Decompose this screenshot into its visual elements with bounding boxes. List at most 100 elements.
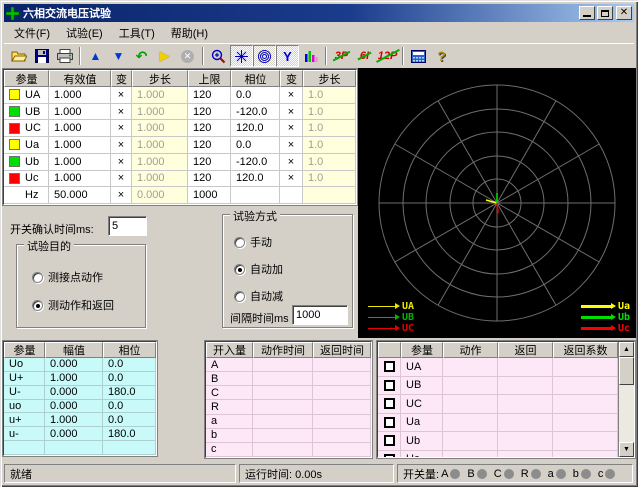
menu-file[interactable]: 文件(F) — [6, 23, 58, 43]
seq-name[interactable]: u+ — [4, 413, 45, 427]
res-return[interactable] — [498, 358, 553, 377]
param-name-cell[interactable]: UC — [4, 120, 49, 137]
step-cell[interactable]: 1.000 — [132, 104, 188, 121]
zoom-button[interactable] — [207, 45, 230, 67]
menu-help[interactable]: 帮助(H) — [163, 23, 216, 43]
step-cell[interactable]: 1.0 — [303, 137, 356, 154]
vary-cell[interactable]: × — [280, 120, 303, 137]
scrollbar-thumb[interactable] — [619, 357, 634, 385]
seq-phase[interactable]: 0.0 — [103, 413, 156, 427]
value-cell[interactable]: 1.000 — [49, 87, 111, 104]
limit-cell[interactable]: 120 — [188, 154, 231, 171]
din-name[interactable]: c — [206, 443, 253, 457]
step-cell[interactable] — [303, 187, 356, 204]
step-cell[interactable]: 1.0 — [303, 104, 356, 121]
calculator-button[interactable] — [407, 45, 430, 67]
din-name[interactable]: b — [206, 429, 253, 443]
radio-icon[interactable] — [234, 264, 245, 275]
checkbox-icon[interactable] — [384, 398, 395, 409]
res-action[interactable] — [443, 414, 498, 433]
phasor-view-button[interactable] — [230, 45, 253, 67]
din-action-time[interactable] — [253, 372, 313, 386]
radio-icon[interactable] — [234, 237, 245, 248]
param-name-cell[interactable]: Hz — [4, 187, 49, 204]
limit-cell[interactable]: 120 — [188, 137, 231, 154]
res-return-coef[interactable] — [553, 414, 618, 433]
seq-amplitude[interactable]: 0.000 — [45, 358, 103, 372]
raise-button[interactable]: ▲ — [84, 45, 107, 67]
din-return-time[interactable] — [313, 372, 371, 386]
param-name-cell[interactable]: UB — [4, 104, 49, 121]
res-name[interactable]: UC — [401, 395, 443, 414]
y-view-button[interactable]: Y — [276, 45, 299, 67]
step-cell[interactable]: 0.000 — [132, 187, 188, 204]
column-header[interactable]: 变 — [280, 70, 303, 87]
vary-cell[interactable]: × — [111, 171, 132, 188]
scroll-up-icon[interactable]: ▲ — [619, 342, 634, 357]
close-button[interactable]: ✕ — [616, 6, 632, 20]
res-return[interactable] — [498, 414, 553, 433]
scroll-down-icon[interactable]: ▼ — [619, 442, 634, 457]
din-action-time[interactable] — [253, 358, 313, 372]
seq-name[interactable]: uo — [4, 400, 45, 414]
column-header[interactable]: 参量 — [4, 70, 49, 87]
din-name[interactable]: R — [206, 400, 253, 414]
res-name[interactable]: UB — [401, 377, 443, 396]
seq-amplitude[interactable]: 0.000 — [45, 400, 103, 414]
checkbox-icon[interactable] — [384, 435, 395, 446]
step-cell[interactable]: 1.000 — [132, 137, 188, 154]
res-return-coef[interactable] — [553, 377, 618, 396]
res-return[interactable] — [498, 432, 553, 451]
phase-cell[interactable]: 120.0 — [231, 120, 280, 137]
phase-cell[interactable] — [231, 187, 280, 204]
radio-manual[interactable]: 手动 — [234, 234, 272, 250]
vary-cell[interactable]: × — [111, 137, 132, 154]
switch-confirm-time-input[interactable] — [108, 216, 147, 236]
scrollbar-track[interactable] — [619, 385, 634, 442]
seq-phase[interactable]: 0.0 — [103, 372, 156, 386]
din-name[interactable]: A — [206, 358, 253, 372]
res-return-coef[interactable] — [553, 395, 618, 414]
vary-cell[interactable]: × — [111, 120, 132, 137]
limit-cell[interactable]: 1000 — [188, 187, 231, 204]
seq-phase[interactable] — [103, 441, 156, 455]
seq-name[interactable]: U+ — [4, 372, 45, 386]
interval-time-input[interactable] — [292, 305, 348, 325]
res-name[interactable]: Ua — [401, 414, 443, 433]
radio-icon[interactable] — [234, 291, 245, 302]
select-cell[interactable] — [378, 451, 401, 458]
seq-phase[interactable]: 180.0 — [103, 386, 156, 400]
step-cell[interactable]: 1.000 — [132, 120, 188, 137]
din-action-time[interactable] — [253, 400, 313, 414]
seq-phase[interactable]: 0.0 — [103, 400, 156, 414]
checkbox-icon[interactable] — [384, 454, 395, 457]
column-header[interactable] — [378, 342, 401, 358]
column-header[interactable]: 相位 — [231, 70, 280, 87]
din-action-time[interactable] — [253, 386, 313, 400]
seq-phase[interactable]: 180.0 — [103, 427, 156, 441]
step-cell[interactable]: 1.0 — [303, 120, 356, 137]
seq-name[interactable] — [4, 441, 45, 455]
res-action[interactable] — [443, 432, 498, 451]
din-name[interactable]: B — [206, 372, 253, 386]
mode-12p-button[interactable]: 12P — [376, 45, 399, 67]
param-name-cell[interactable]: Ub — [4, 154, 49, 171]
maximize-button[interactable] — [597, 6, 613, 20]
save-button[interactable] — [30, 45, 53, 67]
seq-name[interactable]: u- — [4, 427, 45, 441]
seq-name[interactable]: Uo — [4, 358, 45, 372]
din-return-time[interactable] — [313, 358, 371, 372]
select-cell[interactable] — [378, 395, 401, 414]
column-header[interactable]: 返回时间 — [313, 342, 371, 358]
din-action-time[interactable] — [253, 415, 313, 429]
res-action[interactable] — [443, 377, 498, 396]
column-header[interactable]: 上限 — [188, 70, 231, 87]
step-cell[interactable]: 1.000 — [132, 87, 188, 104]
minimize-button[interactable] — [579, 6, 595, 20]
column-header[interactable]: 开入量 — [206, 342, 253, 358]
seq-amplitude[interactable]: 0.000 — [45, 386, 103, 400]
din-name[interactable]: a — [206, 415, 253, 429]
seq-amplitude[interactable]: 1.000 — [45, 413, 103, 427]
vary-cell[interactable] — [280, 187, 303, 204]
column-header[interactable]: 动作时间 — [253, 342, 313, 358]
